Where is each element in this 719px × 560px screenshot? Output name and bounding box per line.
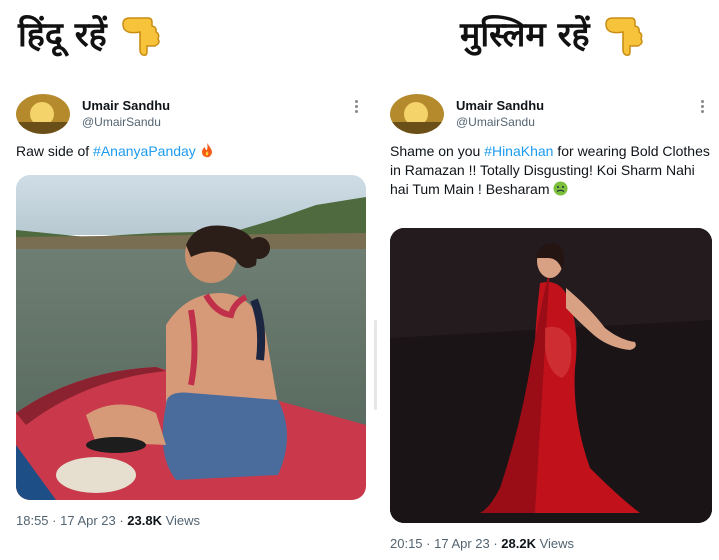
pointing-down-hand-icon xyxy=(121,17,160,56)
more-options-icon[interactable] xyxy=(355,100,358,113)
tweet-timestamp[interactable]: 20:15 · 17 Apr 23 · xyxy=(390,536,501,551)
more-options-icon[interactable] xyxy=(701,100,704,113)
avatar[interactable] xyxy=(16,94,70,134)
views-label: Views xyxy=(536,536,575,551)
tweet-photo-boat[interactable] xyxy=(16,175,366,500)
pointing-down-hand-icon xyxy=(604,17,643,56)
avatar[interactable] xyxy=(390,94,444,134)
scroll-divider xyxy=(374,320,377,410)
hashtag-link[interactable]: #AnanyaPanday xyxy=(93,143,196,159)
author-name[interactable]: Umair Sandhu xyxy=(82,98,170,113)
fire-icon xyxy=(201,143,212,158)
heading-muslim: मुस्लिम रहें xyxy=(460,10,646,56)
tweet-photo-red-gown[interactable] xyxy=(390,228,712,523)
heading-muslim-text: मुस्लिम रहें xyxy=(460,15,590,55)
tweet-text: Shame on you #HinaKhan for wearing Bold … xyxy=(386,142,712,199)
tweet-header: Umair Sandhu @UmairSandu xyxy=(386,90,712,136)
tweet-text-before: Raw side of xyxy=(16,143,94,159)
heading-hindu-text: हिंदू रहें xyxy=(18,15,107,55)
views-label: Views xyxy=(162,513,201,528)
tweet-text: Raw side of #AnanyaPanday xyxy=(12,142,366,161)
photo-woman-red-gown-icon xyxy=(390,228,712,523)
hashtag-link[interactable]: #HinaKhan xyxy=(484,143,553,159)
tweet-card-ananya[interactable]: Umair Sandhu @UmairSandu Raw side of #An… xyxy=(12,90,366,552)
author-handle[interactable]: @UmairSandu xyxy=(82,115,161,129)
views-count: 28.2K xyxy=(501,536,536,551)
tweet-header: Umair Sandhu @UmairSandu xyxy=(12,90,366,136)
tweet-timestamp[interactable]: 18:55 · 17 Apr 23 · xyxy=(16,513,127,528)
tweet-meta: 18:55 · 17 Apr 23 · 23.8K Views xyxy=(16,513,200,528)
author-handle[interactable]: @UmairSandu xyxy=(456,115,535,129)
tweet-meta: 20:15 · 17 Apr 23 · 28.2K Views xyxy=(390,536,574,551)
tweet-text-before: Shame on you xyxy=(390,143,485,159)
photo-woman-on-boat-icon xyxy=(16,175,366,500)
views-count: 23.8K xyxy=(127,513,162,528)
tweet-card-hina[interactable]: Umair Sandhu @UmairSandu Shame on you #H… xyxy=(386,90,712,552)
heading-hindu: हिंदू रहें xyxy=(18,10,163,56)
author-name[interactable]: Umair Sandhu xyxy=(456,98,544,113)
nauseated-face-icon xyxy=(553,181,568,196)
